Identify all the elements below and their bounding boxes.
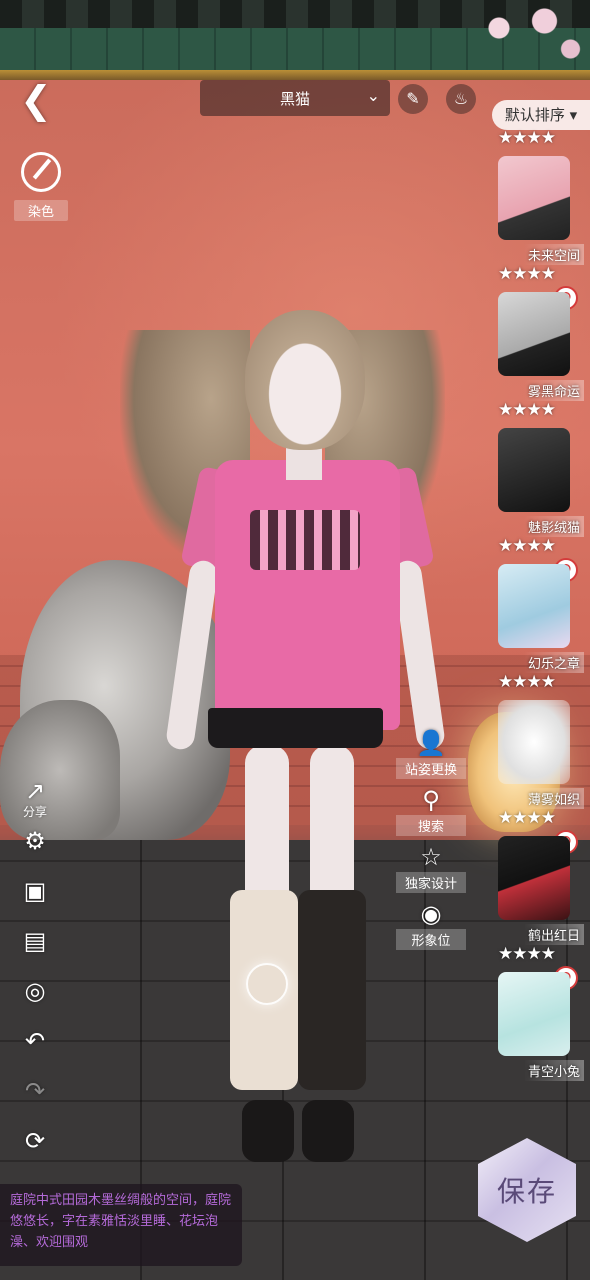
search-label: 搜索 [396, 815, 466, 836]
sort-label: 默认排序 [504, 106, 565, 124]
save-label: 保存 [496, 1175, 557, 1208]
wardrobe-item[interactable]: ⊘ 雾黑命运 ★★★★ [488, 286, 590, 424]
back-arrow-icon[interactable]: ❮ [20, 80, 60, 120]
search-icon: ⚲ [422, 786, 440, 814]
wardrobe-item[interactable]: ⊘ 青空小兔 [488, 966, 590, 1104]
refresh-icon: ⟳ [24, 1127, 46, 1155]
reset-button[interactable]: ⟳ [14, 1126, 56, 1176]
wardrobe-item[interactable]: 薄雾如织 ★★★★ [488, 696, 590, 832]
black-skirt [208, 708, 383, 748]
palette-icon [21, 152, 61, 192]
pencil-icon[interactable]: ✎ [398, 84, 428, 114]
camera-button[interactable]: ▣ [14, 876, 56, 926]
dye-button[interactable]: 染色 [14, 152, 68, 221]
item-stars: ★★★★ [498, 808, 556, 828]
action-column: 👤 站姿更换 ⚲ 搜索 ☆ 独家设计 ◉ 形象位 [396, 728, 466, 956]
item-stars: ★★★★ [498, 264, 556, 284]
pink-jacket-thumbnail [498, 156, 570, 240]
item-name: 青空小兔 [523, 1060, 584, 1081]
item-stars: ★★★★ [498, 400, 556, 420]
pose-change-label: 站姿更换 [396, 758, 466, 779]
exclusive-design-button[interactable]: ☆ 独家设计 [396, 842, 466, 893]
wardrobe-item[interactable]: ⊘ 幻乐之章 ★★★★ [488, 558, 590, 696]
settings-button[interactable]: ⚙ [14, 826, 56, 876]
item-name: 雾黑命运 [523, 380, 584, 401]
gray-top-thumbnail [498, 292, 570, 376]
portrait-icon: ◉ [420, 900, 442, 928]
light-robe-thumbnail [498, 972, 570, 1056]
item-name: 幻乐之章 [523, 652, 584, 673]
pose-change-button[interactable]: 👤 站姿更换 [396, 728, 466, 779]
lace-wings-thumbnail [498, 700, 570, 784]
rotate-handle[interactable] [246, 963, 288, 1005]
wardrobe-item[interactable]: 未来空间 ★★★★ [488, 152, 590, 288]
item-name: 鹤出红日 [523, 924, 584, 945]
item-stars: ★★★★ [498, 536, 556, 556]
redo-icon: ↷ [24, 1077, 46, 1105]
dress-icon[interactable]: ♨ [446, 84, 476, 114]
item-name: 魅影绒猫 [523, 516, 584, 537]
iridescent-top-thumbnail [498, 564, 570, 648]
image-icon: ▤ [23, 927, 47, 955]
visibility-button[interactable]: ◎ [14, 976, 56, 1026]
sort-dropdown[interactable]: 默认排序 ▾ [492, 100, 590, 130]
item-name: 薄雾如织 [523, 788, 584, 809]
character-head [245, 310, 365, 450]
image-slot-label: 形象位 [396, 929, 466, 950]
outfit-name: 黑猫 [279, 89, 310, 108]
search-button[interactable]: ⚲ 搜索 [396, 785, 466, 836]
share-icon: ↗ [24, 777, 46, 805]
left-toolbar: ↗ 分享 ⚙ ▣ ▤ ◎ ↶ ↷ ⟳ [14, 776, 56, 1176]
leather-jacket-thumbnail [498, 428, 570, 512]
outfit-selector[interactable]: 黑猫 ⌄ [200, 80, 390, 116]
wardrobe-item[interactable]: ⊘ 鹤出红日 ★★★★ [488, 830, 590, 968]
undo-button[interactable]: ↶ [14, 1026, 56, 1076]
exclusive-design-label: 独家设计 [396, 872, 466, 893]
wardrobe-list[interactable]: ★★★★ 未来空间 ★★★★ ⊘ 雾黑命运 ★★★★ 魅影绒猫 ★★★★ ⊘ 幻… [488, 128, 590, 1138]
bomber-jacket-thumbnail [498, 836, 570, 920]
magnolia-decoration [460, 0, 590, 70]
item-stars: ★★★★ [498, 944, 556, 964]
gear-icon: ⚙ [24, 827, 46, 855]
item-name: 未来空间 [523, 244, 584, 265]
gallery-button[interactable]: ▤ [14, 926, 56, 976]
share-label: 分享 [22, 805, 47, 819]
dye-label: 染色 [14, 200, 68, 221]
chevron-down-icon: ⌄ [366, 86, 380, 105]
eye-icon: ◎ [24, 977, 46, 1005]
person-icon: 👤 [416, 729, 446, 757]
undo-icon: ↶ [24, 1027, 46, 1055]
pink-shirt [215, 460, 400, 730]
item-stars: ★★★★ [498, 128, 556, 148]
redo-button[interactable]: ↷ [14, 1076, 56, 1126]
camera-icon: ▣ [23, 877, 47, 905]
wardrobe-item[interactable]: 魅影绒猫 ★★★★ [488, 424, 590, 560]
star-icon: ☆ [420, 843, 442, 871]
leg-warmer-right [298, 890, 366, 1090]
image-slot-button[interactable]: ◉ 形象位 [396, 899, 466, 950]
scene-description: 庭院中式田园木墨丝绸般的空间，庭院悠悠长，字在素雅恬淡里睡、花坛泡澡、欢迎围观 [0, 1184, 242, 1266]
item-stars: ★★★★ [498, 672, 556, 692]
share-button[interactable]: ↗ 分享 [14, 776, 56, 826]
